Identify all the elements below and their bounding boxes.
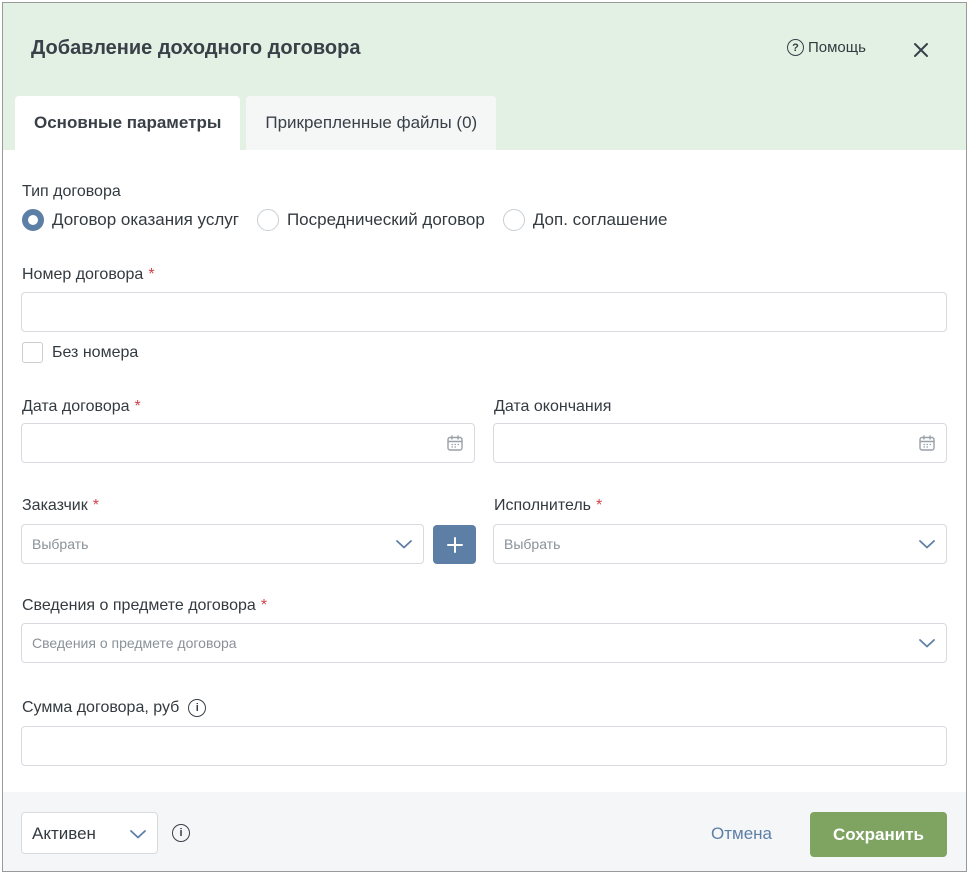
radio-label: Доп. соглашение bbox=[532, 210, 668, 229]
end-date-input[interactable] bbox=[493, 423, 947, 463]
close-icon bbox=[914, 43, 928, 57]
tab-bar: Основные параметры Прикрепленные файлы (… bbox=[15, 96, 497, 150]
no-number-checkbox[interactable]: Без номера bbox=[22, 342, 138, 363]
dialog-footer: Активен i Отмена Сохранить bbox=[3, 792, 966, 871]
help-label: Помощь bbox=[808, 39, 866, 56]
add-income-contract-dialog: Добавление доходного договора ? Помощь О… bbox=[2, 2, 967, 872]
required-mark: * bbox=[92, 497, 99, 514]
subject-placeholder: Сведения о предмете договора bbox=[32, 635, 237, 651]
required-mark: * bbox=[148, 266, 155, 283]
status-value: Активен bbox=[32, 824, 96, 843]
tab-main-parameters[interactable]: Основные параметры bbox=[15, 96, 241, 150]
status-select[interactable]: Активен bbox=[21, 812, 158, 854]
customer-label-text: Заказчик bbox=[22, 497, 88, 514]
contract-date-label: Дата договора * bbox=[22, 398, 141, 416]
contract-date-input[interactable] bbox=[21, 423, 475, 463]
required-mark: * bbox=[596, 497, 603, 514]
executor-label-text: Исполнитель bbox=[494, 497, 592, 514]
dialog-title: Добавление доходного договора bbox=[31, 37, 361, 59]
help-icon: ? bbox=[787, 39, 804, 56]
radio-indicator bbox=[256, 209, 279, 231]
chevron-down-icon bbox=[396, 540, 412, 549]
customer-select[interactable]: Выбрать bbox=[21, 524, 424, 564]
executor-select[interactable]: Выбрать bbox=[493, 524, 947, 564]
radio-label: Посреднический договор bbox=[286, 210, 485, 229]
chevron-down-icon bbox=[919, 540, 935, 549]
chevron-down-icon bbox=[130, 830, 146, 839]
close-button[interactable] bbox=[910, 39, 932, 61]
tab-attached-files[interactable]: Прикрепленные файлы (0) bbox=[246, 96, 497, 150]
no-number-label: Без номера bbox=[52, 343, 139, 361]
contract-number-input[interactable] bbox=[21, 292, 947, 332]
customer-label: Заказчик * bbox=[22, 497, 99, 515]
dialog-header: Добавление доходного договора ? Помощь О… bbox=[3, 3, 966, 150]
executor-placeholder: Выбрать bbox=[504, 536, 561, 552]
radio-indicator bbox=[502, 209, 525, 231]
contract-number-label: Номер договора * bbox=[22, 266, 155, 284]
save-button[interactable]: Сохранить bbox=[810, 812, 947, 857]
radio-additional-agreement[interactable]: Доп. соглашение bbox=[502, 209, 668, 231]
help-link[interactable]: ? Помощь bbox=[787, 39, 866, 56]
amount-label: Сумма договора, руб i bbox=[22, 699, 207, 717]
amount-label-text: Сумма договора, руб bbox=[22, 699, 180, 716]
checkbox-box bbox=[22, 342, 43, 363]
radio-service-contract[interactable]: Договор оказания услуг bbox=[22, 209, 239, 231]
contract-date-label-text: Дата договора bbox=[22, 398, 130, 415]
chevron-down-icon bbox=[919, 639, 935, 648]
radio-label: Договор оказания услуг bbox=[52, 210, 239, 229]
cancel-button[interactable]: Отмена bbox=[711, 824, 772, 844]
subject-select[interactable]: Сведения о предмете договора bbox=[21, 623, 947, 663]
calendar-icon[interactable] bbox=[918, 434, 936, 452]
contract-type-radio-group: Договор оказания услуг Посреднический до… bbox=[22, 209, 667, 231]
subject-label: Сведения о предмете договора * bbox=[22, 597, 267, 615]
end-date-label: Дата окончания bbox=[494, 398, 612, 415]
amount-input[interactable] bbox=[21, 726, 947, 766]
add-customer-button[interactable] bbox=[433, 525, 476, 564]
subject-label-text: Сведения о предмете договора bbox=[22, 597, 256, 614]
required-mark: * bbox=[134, 398, 141, 415]
info-icon[interactable]: i bbox=[172, 824, 190, 842]
calendar-icon[interactable] bbox=[446, 434, 464, 452]
radio-indicator bbox=[22, 209, 44, 231]
executor-label: Исполнитель * bbox=[494, 497, 602, 515]
contract-number-label-text: Номер договора bbox=[22, 266, 144, 283]
contract-type-label: Тип договора bbox=[22, 183, 121, 200]
plus-icon bbox=[446, 536, 463, 553]
required-mark: * bbox=[260, 597, 268, 614]
info-icon[interactable]: i bbox=[188, 699, 207, 717]
customer-placeholder: Выбрать bbox=[32, 536, 89, 552]
radio-agency-contract[interactable]: Посреднический договор bbox=[256, 209, 485, 231]
